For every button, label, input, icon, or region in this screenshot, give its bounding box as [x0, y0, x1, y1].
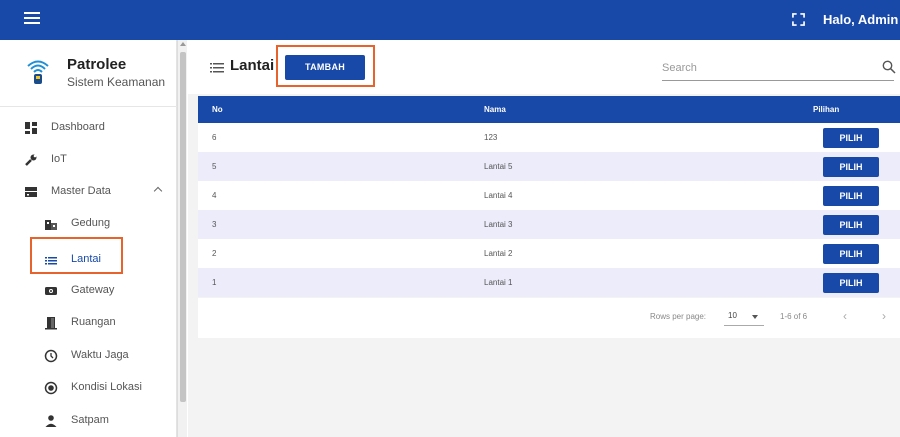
table-row: 5 Lantai 5 PILIH	[198, 152, 900, 181]
sidebar-item-waktu-jaga[interactable]: Waktu Jaga	[0, 341, 177, 371]
cell-nama: Lantai 2	[484, 249, 513, 258]
table-pagination: Rows per page: 10 1-6 of 6 ‹ ›	[198, 298, 900, 338]
search-input[interactable]	[662, 57, 872, 79]
cell-nama: Lantai 5	[484, 162, 513, 171]
table-header-row: No Nama Pilihan	[198, 96, 900, 123]
sidebar-item-kondisi-lokasi[interactable]: Kondisi Lokasi	[0, 373, 177, 403]
highlight-add-button	[276, 45, 375, 87]
column-header-nama[interactable]: Nama	[470, 96, 799, 123]
rows-per-page-select[interactable]: 10	[724, 308, 764, 326]
sidebar-item-label: IoT	[51, 153, 67, 165]
sidebar-item-label: Gateway	[71, 284, 115, 296]
cell-action: PILIH	[799, 152, 900, 181]
table-row: 2 Lantai 2 PILIH	[198, 239, 900, 268]
cell-action: PILIH	[799, 210, 900, 239]
cell-no: 2	[212, 249, 217, 258]
table-row: 4 Lantai 4 PILIH	[198, 181, 900, 210]
cell-no: 4	[212, 191, 217, 200]
sidebar-item-ruangan[interactable]: Ruangan	[0, 308, 177, 338]
brand-title: Patrolee	[67, 56, 127, 73]
next-page-button[interactable]: ›	[882, 309, 886, 323]
cell-no: 6	[212, 133, 217, 142]
radio-icon	[44, 381, 58, 395]
pick-button[interactable]: PILIH	[823, 127, 879, 148]
pick-button[interactable]: PILIH	[823, 272, 879, 293]
wrench-icon	[25, 154, 37, 166]
list-icon	[210, 63, 224, 73]
cell-nama: Lantai 3	[484, 220, 513, 229]
cell-nama: 123	[484, 133, 498, 142]
main-content: Lantai TAMBAH No Nama Pilihan 6 123 PILI…	[188, 40, 900, 437]
sidebar-scrollbar[interactable]	[177, 40, 187, 437]
cell-no: 1	[212, 278, 217, 287]
cell-action: PILIH	[799, 181, 900, 210]
building-icon	[45, 220, 57, 230]
sidebar-item-iot[interactable]: IoT	[0, 145, 177, 175]
cell-nama: Lantai 1	[484, 278, 513, 287]
sidebar-item-label: Ruangan	[71, 316, 116, 328]
cell-action: PILIH	[799, 268, 900, 297]
brand-subtitle: Sistem Keamanan	[67, 75, 166, 89]
wifi-beacon-icon	[27, 60, 49, 84]
caret-down-icon	[752, 315, 758, 319]
sidebar-item-master-data[interactable]: Master Data	[0, 177, 177, 207]
pick-button[interactable]: PILIH	[823, 214, 879, 235]
column-header-pilihan: Pilihan	[813, 105, 840, 114]
sidebar-item-label: Waktu Jaga	[71, 349, 129, 361]
rows-per-page-label: Rows per page:	[650, 312, 707, 321]
data-table: No Nama Pilihan 6 123 PILIH 5 Lantai 5 P…	[198, 96, 900, 297]
cell-no: 5	[212, 162, 217, 171]
cell-nama: Lantai 4	[484, 191, 513, 200]
pick-button[interactable]: PILIH	[823, 156, 879, 177]
rows-per-page-value: 10	[728, 311, 737, 320]
door-icon	[45, 317, 57, 330]
table-row: 3 Lantai 3 PILIH	[198, 210, 900, 239]
page-range: 1-6 of 6	[780, 312, 808, 321]
chevron-up-icon	[153, 186, 163, 196]
user-greeting[interactable]: Halo, Admin	[823, 12, 898, 27]
sidebar-item-satpam[interactable]: Satpam	[0, 406, 177, 436]
database-icon	[25, 187, 37, 197]
sidebar-item-dashboard[interactable]: Dashboard	[0, 113, 177, 143]
cell-action: PILIH	[799, 239, 900, 268]
dashboard-icon	[25, 122, 37, 134]
cell-no: 3	[212, 220, 217, 229]
pick-button[interactable]: PILIH	[823, 185, 879, 206]
clock-icon	[44, 349, 58, 363]
search-field	[662, 57, 896, 81]
brand-header: Patrolee Sistem Keamanan	[0, 40, 177, 107]
top-app-bar: Halo, Admin	[0, 0, 900, 40]
search-icon[interactable]	[882, 60, 896, 74]
prev-page-button[interactable]: ‹	[843, 309, 847, 323]
scroll-up-arrow[interactable]	[180, 42, 186, 46]
sidebar-item-label: Dashboard	[51, 121, 105, 133]
scrollbar-thumb[interactable]	[180, 52, 186, 402]
hamburger-icon[interactable]	[24, 12, 40, 28]
person-icon	[45, 415, 57, 427]
table-row: 1 Lantai 1 PILIH	[198, 268, 900, 297]
fullscreen-icon[interactable]	[792, 13, 805, 26]
page-title: Lantai	[230, 57, 275, 74]
column-header-no[interactable]: No	[198, 96, 470, 123]
sidebar-item-label: Kondisi Lokasi	[71, 381, 142, 393]
sidebar-item-gedung[interactable]: Gedung	[0, 209, 177, 239]
router-icon	[45, 287, 57, 295]
pick-button[interactable]: PILIH	[823, 243, 879, 264]
sidebar-item-label: Satpam	[71, 414, 109, 426]
sidebar-item-label: Gedung	[71, 217, 111, 229]
highlight-lantai-menu	[30, 237, 123, 274]
table-row: 6 123 PILIH	[198, 123, 900, 152]
cell-action: PILIH	[799, 123, 900, 152]
sidebar-item-gateway[interactable]: Gateway	[0, 276, 177, 306]
sidebar-item-label: Master Data	[51, 185, 111, 197]
